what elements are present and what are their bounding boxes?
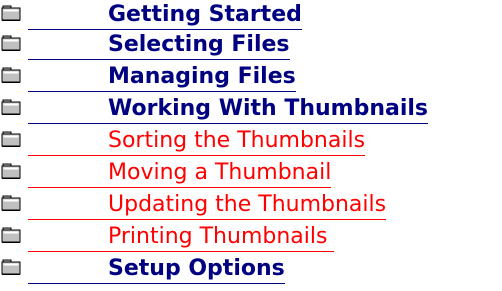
topic-link-setup-options[interactable]: Setup Options	[28, 256, 285, 284]
topic-link-printing-thumbnails[interactable]: Printing Thumbnails	[28, 224, 335, 252]
topic-link-selecting-files[interactable]: Selecting Files	[28, 32, 290, 60]
folder-icon	[1, 130, 21, 148]
topic-item-managing-files[interactable]: Managing Files	[0, 62, 502, 92]
folder-icon	[1, 34, 21, 52]
folder-icon	[1, 162, 21, 180]
folder-icon	[1, 194, 21, 212]
topic-link-updating-the-thumbnails[interactable]: Updating the Thumbnails	[28, 192, 387, 220]
folder-icon	[1, 66, 21, 84]
topic-item-working-with-thumbnails[interactable]: Working With Thumbnails	[0, 94, 502, 124]
help-topic-list: Getting Started Selecting Files Managing…	[0, 0, 502, 291]
folder-icon	[1, 258, 21, 276]
folder-icon	[1, 98, 21, 116]
topic-link-managing-files[interactable]: Managing Files	[28, 64, 296, 92]
topic-item-selecting-files[interactable]: Selecting Files	[0, 30, 502, 60]
folder-icon	[1, 226, 21, 244]
topic-item-updating-the-thumbnails[interactable]: Updating the Thumbnails	[0, 190, 502, 220]
topic-item-printing-thumbnails[interactable]: Printing Thumbnails	[0, 222, 502, 252]
folder-icon	[1, 4, 21, 22]
topic-link-getting-started[interactable]: Getting Started	[28, 2, 302, 30]
topic-link-moving-a-thumbnail[interactable]: Moving a Thumbnail	[28, 160, 332, 188]
topic-item-sorting-the-thumbnails[interactable]: Sorting the Thumbnails	[0, 126, 502, 156]
topic-item-setup-options[interactable]: Setup Options	[0, 254, 502, 284]
topic-item-moving-a-thumbnail[interactable]: Moving a Thumbnail	[0, 158, 502, 188]
topic-item-getting-started[interactable]: Getting Started	[0, 0, 502, 30]
topic-link-sorting-the-thumbnails[interactable]: Sorting the Thumbnails	[28, 128, 366, 156]
topic-link-working-with-thumbnails[interactable]: Working With Thumbnails	[28, 96, 429, 124]
